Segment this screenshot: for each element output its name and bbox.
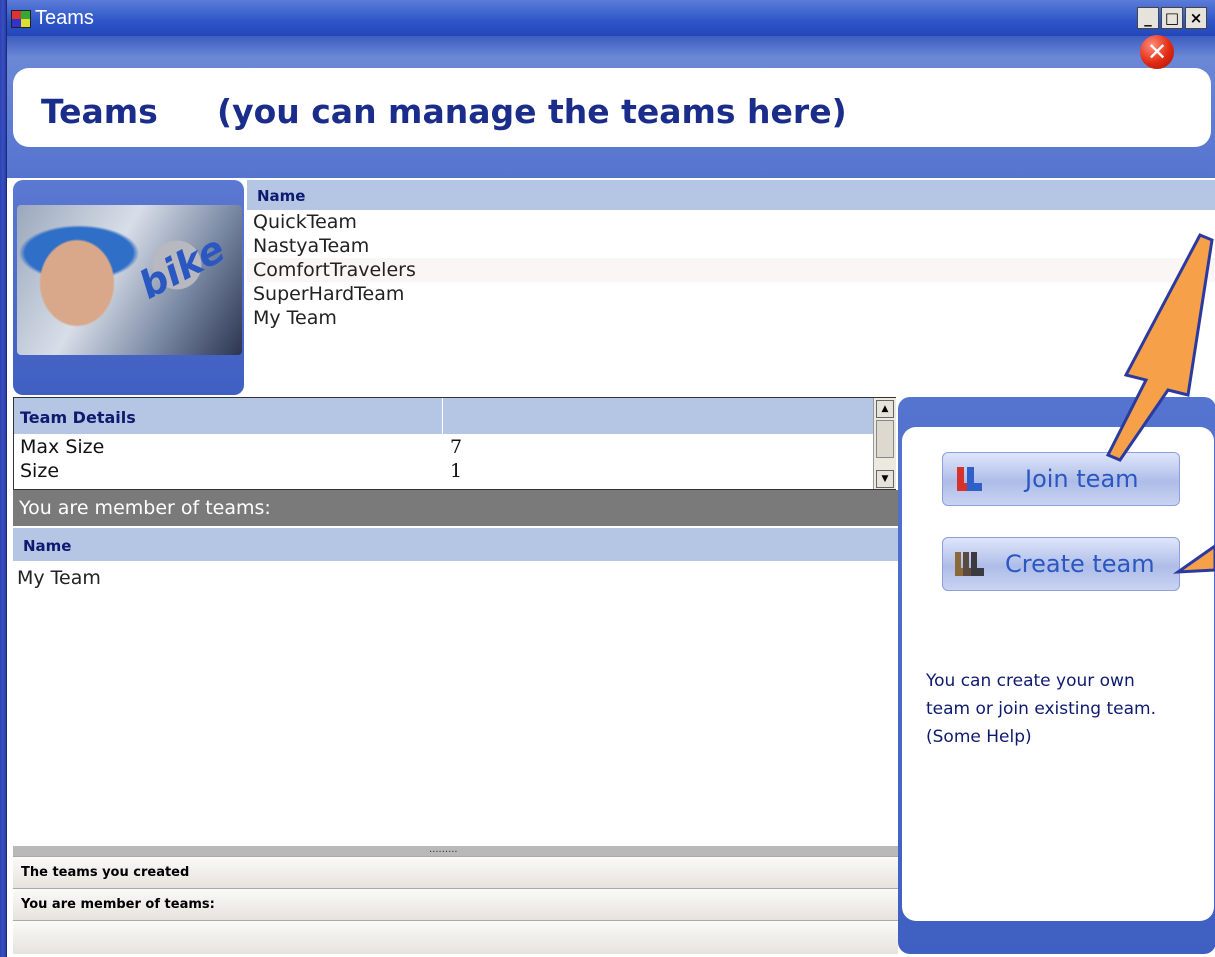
window-title: Teams [35,7,94,29]
splitter-handle[interactable]: ......... [13,844,898,856]
header-panel: Teams (you can manage the teams here) [13,68,1211,147]
actions-frame: Join team Create team You can create you… [898,397,1215,954]
team-row[interactable]: SuperHardTeam [247,282,1215,306]
member-list-header[interactable]: Name [13,528,898,561]
avatar-frame: bike [13,180,244,395]
team-details-title: Team Details [20,408,136,427]
maximize-button[interactable]: □ [1161,7,1183,29]
scroll-down-icon[interactable]: ▼ [876,470,894,488]
member-banner: You are member of teams: [13,490,898,526]
boots-icon [957,467,982,491]
detail-value-max-size: 7 [450,436,463,458]
detail-label-max-size: Max Size [20,436,105,458]
detail-label-size: Size [20,460,60,482]
create-team-button[interactable]: Create team [942,537,1180,591]
avatar: bike [17,205,242,355]
team-row[interactable]: NastyaTeam [247,234,1215,258]
team-row[interactable]: ComfortTravelers [247,258,1215,282]
close-window-button[interactable]: × [1185,7,1207,29]
teams-list[interactable]: Name QuickTeam NastyaTeam ComfortTravele… [247,180,1215,395]
tab-member-of-teams[interactable]: You are member of teams: [13,888,898,920]
actions-panel: Join team Create team You can create you… [902,427,1214,921]
close-icon[interactable]: ✕ [1140,35,1174,69]
page-title: Teams [41,92,158,131]
column-separator [442,398,443,434]
detail-value-size: 1 [450,460,463,482]
team-row[interactable]: My Team [247,306,1215,330]
join-team-label: Join team [1025,465,1139,493]
app-icon [11,10,31,28]
splitter-grip: ......... [429,844,458,855]
member-teams-list[interactable]: Name My Team [13,528,898,846]
tab-empty [13,920,898,954]
member-team-row[interactable]: My Team [13,561,898,591]
create-team-label: Create team [1005,550,1155,578]
avatar-overlay-text: bike [131,226,232,308]
join-team-button[interactable]: Join team [942,452,1180,506]
teams-window: Teams _ □ × Teams (you can manage the te… [6,0,1215,957]
scroll-up-icon[interactable]: ▲ [876,400,894,418]
help-text: You can create your own team or join exi… [926,671,1156,747]
team-details-grid: Team Details Max Size 7 Size 1 ▲ ▼ [13,397,896,490]
boots-icon [955,552,984,576]
page-subtitle: (you can manage the teams here) [217,92,847,131]
details-scrollbar[interactable]: ▲ ▼ [873,398,896,489]
team-row[interactable]: QuickTeam [247,210,1215,234]
team-details-header: Team Details [14,398,873,434]
title-bar: Teams _ □ × [7,0,1215,36]
teams-list-header[interactable]: Name [247,180,1215,210]
minimize-button[interactable]: _ [1137,7,1159,29]
scroll-thumb[interactable] [876,420,894,458]
tab-teams-you-created[interactable]: The teams you created [13,856,898,888]
